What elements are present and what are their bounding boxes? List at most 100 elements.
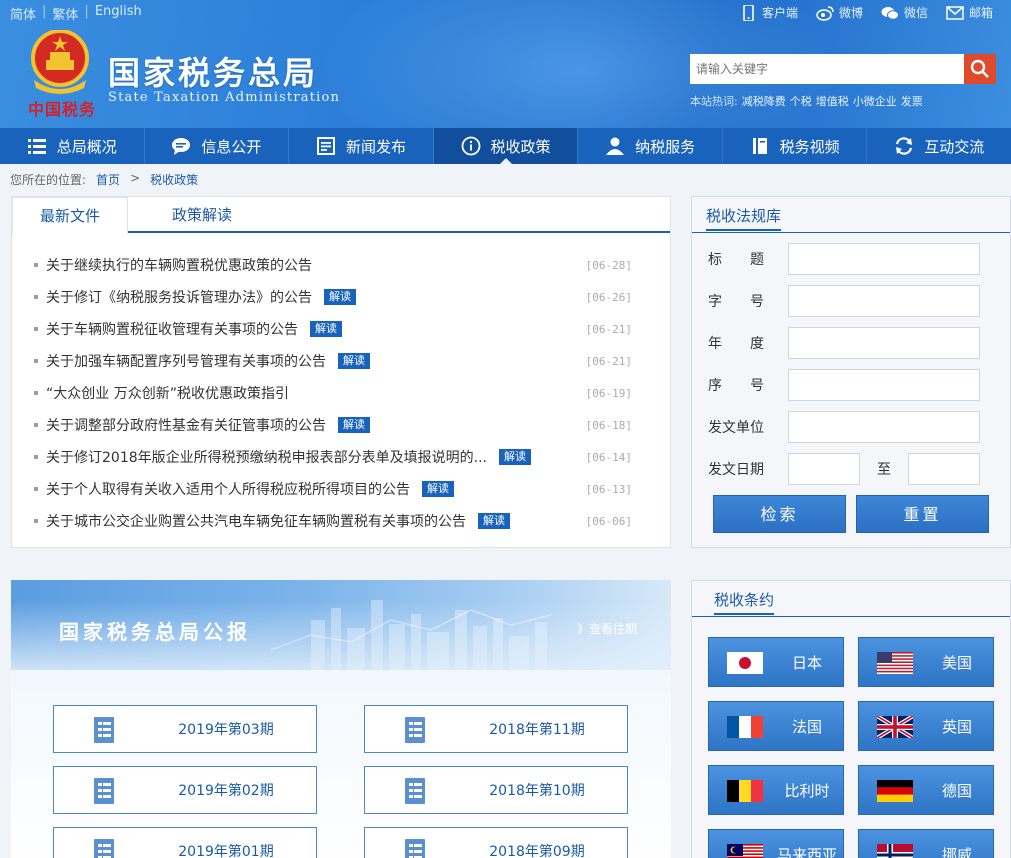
country-treaty-button[interactable]: 美国: [858, 637, 994, 687]
tab-latest-files[interactable]: 最新文件: [12, 197, 128, 235]
country-treaty-button[interactable]: 马来西亚: [708, 829, 844, 858]
interpretation-badge[interactable]: 解读: [422, 481, 454, 497]
nav-info-disclosure[interactable]: 信息公开: [145, 128, 290, 164]
lang-english[interactable]: English: [95, 4, 142, 23]
news-title[interactable]: 关于个人取得有关收入适用个人所得税应税所得项目的公告: [46, 479, 410, 499]
bulletin-issue-button[interactable]: 2019年第03期: [53, 705, 317, 753]
view-past-link[interactable]: 》查看往期: [577, 620, 637, 637]
search-law-button[interactable]: 检索: [713, 495, 846, 533]
bulletin-title: 国家税务总局公报: [59, 620, 251, 644]
issue-label: 2018年第09期: [489, 844, 585, 858]
france-flag-icon: [727, 716, 763, 738]
news-item[interactable]: 关于车辆购置税征收管理有关事项的公告 解读 [06-21]: [34, 313, 654, 345]
country-treaty-button[interactable]: 英国: [858, 701, 994, 751]
lang-simplified[interactable]: 简体: [10, 4, 36, 23]
field-label: 发文单位: [708, 420, 764, 436]
hot-word[interactable]: 个税: [790, 93, 812, 109]
hot-label: 本站热词:: [690, 95, 738, 108]
panel-title: 税收条约: [714, 589, 775, 615]
nav-taxpayer-service[interactable]: 纳税服务: [578, 128, 723, 164]
news-item[interactable]: “大众创业 万众创新”税收优惠政策指引 [06-19]: [34, 377, 654, 409]
wechat-link[interactable]: 微信: [881, 4, 928, 21]
nav-news-release[interactable]: 新闻发布: [289, 128, 434, 164]
news-item[interactable]: 关于个人取得有关收入适用个人所得税应税所得项目的公告 解读 [06-13]: [34, 473, 654, 505]
interpretation-badge[interactable]: 解读: [310, 321, 342, 337]
site-title[interactable]: 国家税务总局: [108, 48, 318, 94]
nav-overview[interactable]: 总局概况: [0, 128, 145, 164]
hot-word[interactable]: 发票: [901, 93, 923, 109]
interpretation-badge[interactable]: 解读: [324, 289, 356, 305]
news-title[interactable]: 关于调整部分政府性基金有关征管事项的公告: [46, 415, 326, 435]
news-item[interactable]: 关于城市公交企业购置公共汽电车辆免征车辆购置税有关事项的公告 解读 [06-06]: [34, 505, 654, 537]
news-item[interactable]: 关于修订2018年版企业所得税预缴纳税申报表部分表单及填报说明的... 解读 [06…: [34, 441, 654, 473]
weibo-link[interactable]: 微博: [816, 4, 863, 21]
client-link[interactable]: 客户端: [739, 4, 798, 21]
bullet-icon: [34, 487, 38, 491]
serial-input[interactable]: [788, 369, 980, 401]
breadcrumb: 您所在的位置: 首页 > 税收政策: [10, 171, 198, 188]
bulletin-issue-button[interactable]: 2019年第02期: [53, 766, 317, 814]
bulletin-issue-button[interactable]: 2018年第10期: [364, 766, 628, 814]
hot-word[interactable]: 减税降费: [742, 93, 786, 109]
country-treaty-button[interactable]: 日本: [708, 637, 844, 687]
country-treaty-button[interactable]: 比利时: [708, 765, 844, 815]
interpretation-badge[interactable]: 解读: [478, 513, 510, 529]
news-title[interactable]: 关于城市公交企业购置公共汽电车辆免征车辆购置税有关事项的公告: [46, 511, 466, 531]
date-from-input[interactable]: [788, 453, 860, 485]
mail-link[interactable]: 邮箱: [946, 4, 993, 21]
news-title[interactable]: 关于车辆购置税征收管理有关事项的公告: [46, 319, 298, 339]
issuer-input[interactable]: [788, 411, 980, 443]
date-to-input[interactable]: [908, 453, 980, 485]
hot-word[interactable]: 增值税: [816, 93, 849, 109]
breadcrumb-current[interactable]: 税收政策: [150, 171, 198, 188]
tab-policy-interpretation[interactable]: 政策解读: [142, 197, 262, 233]
country-name: 法国: [791, 717, 822, 736]
search-button[interactable]: [964, 54, 996, 84]
interpretation-badge[interactable]: 解读: [338, 353, 370, 369]
bulletin-issue-button[interactable]: 2019年第01期: [53, 827, 317, 858]
national-emblem-icon[interactable]: [28, 30, 92, 96]
bulletin-panel: 国家税务总局公报 》查看往期 2019年第03期 2018年第11期 2019年第0…: [11, 580, 671, 858]
news-title[interactable]: 关于修订2018年版企业所得税预缴纳税申报表部分表单及填报说明的...: [46, 447, 487, 467]
news-title[interactable]: 关于继续执行的车辆购置税优惠政策的公告: [46, 255, 312, 275]
interpretation-badge[interactable]: 解读: [338, 417, 370, 433]
nav-tax-video[interactable]: 税务视频: [723, 128, 868, 164]
title-input[interactable]: [788, 243, 980, 275]
news-date: [06-21]: [585, 322, 632, 336]
lang-traditional[interactable]: 繁体: [52, 4, 78, 23]
malaysia-flag-icon: [727, 844, 763, 858]
document-icon: [94, 839, 114, 858]
country-name: 英国: [941, 717, 972, 736]
breadcrumb-home[interactable]: 首页: [96, 171, 120, 188]
date-to-label: 至: [877, 462, 891, 478]
bullet-icon: [34, 391, 38, 395]
bulletin-issue-button[interactable]: 2018年第09期: [364, 827, 628, 858]
country-treaty-button[interactable]: 法国: [708, 701, 844, 751]
hot-word[interactable]: 小微企业: [853, 93, 897, 109]
tax-law-search-panel: 税收法规库 标 题 字 号 年 度 序 号 发文单位 发文日期 至 检索 重置: [691, 196, 1011, 548]
nav-tax-policy[interactable]: 税收政策: [433, 128, 579, 164]
year-input[interactable]: [788, 327, 980, 359]
panel-header: 税收条约: [692, 581, 1010, 617]
breadcrumb-separator: >: [130, 171, 141, 185]
list-icon: [27, 139, 46, 154]
news-item[interactable]: 关于加强车辆配置序列号管理有关事项的公告 解读 [06-21]: [34, 345, 654, 377]
bullet-icon: [34, 263, 38, 267]
news-item[interactable]: 关于修订《纳税服务投诉管理办法》的公告 解读 [06-26]: [34, 281, 654, 313]
news-title[interactable]: 关于修订《纳税服务投诉管理办法》的公告: [46, 287, 312, 307]
country-treaty-button[interactable]: 德国: [858, 765, 994, 815]
reset-button[interactable]: 重置: [856, 495, 989, 533]
news-title[interactable]: “大众创业 万众创新”税收优惠政策指引: [46, 383, 289, 403]
news-item[interactable]: 关于调整部分政府性基金有关征管事项的公告 解读 [06-18]: [34, 409, 654, 441]
news-item[interactable]: 关于继续执行的车辆购置税优惠政策的公告 [06-28]: [34, 249, 654, 281]
site-subtitle: State Taxation Administration: [108, 90, 341, 105]
news-title[interactable]: 关于加强车辆配置序列号管理有关事项的公告: [46, 351, 326, 371]
doc-number-input[interactable]: [788, 285, 980, 317]
bulletin-issue-button[interactable]: 2018年第11期: [364, 705, 628, 753]
form-row-year: 年 度: [708, 327, 998, 359]
search-input[interactable]: [690, 54, 964, 84]
interpretation-badge[interactable]: 解读: [498, 449, 531, 465]
country-treaty-button[interactable]: 挪威: [858, 829, 994, 858]
mobile-icon: [743, 4, 754, 21]
nav-interaction[interactable]: 互动交流: [867, 128, 1011, 164]
